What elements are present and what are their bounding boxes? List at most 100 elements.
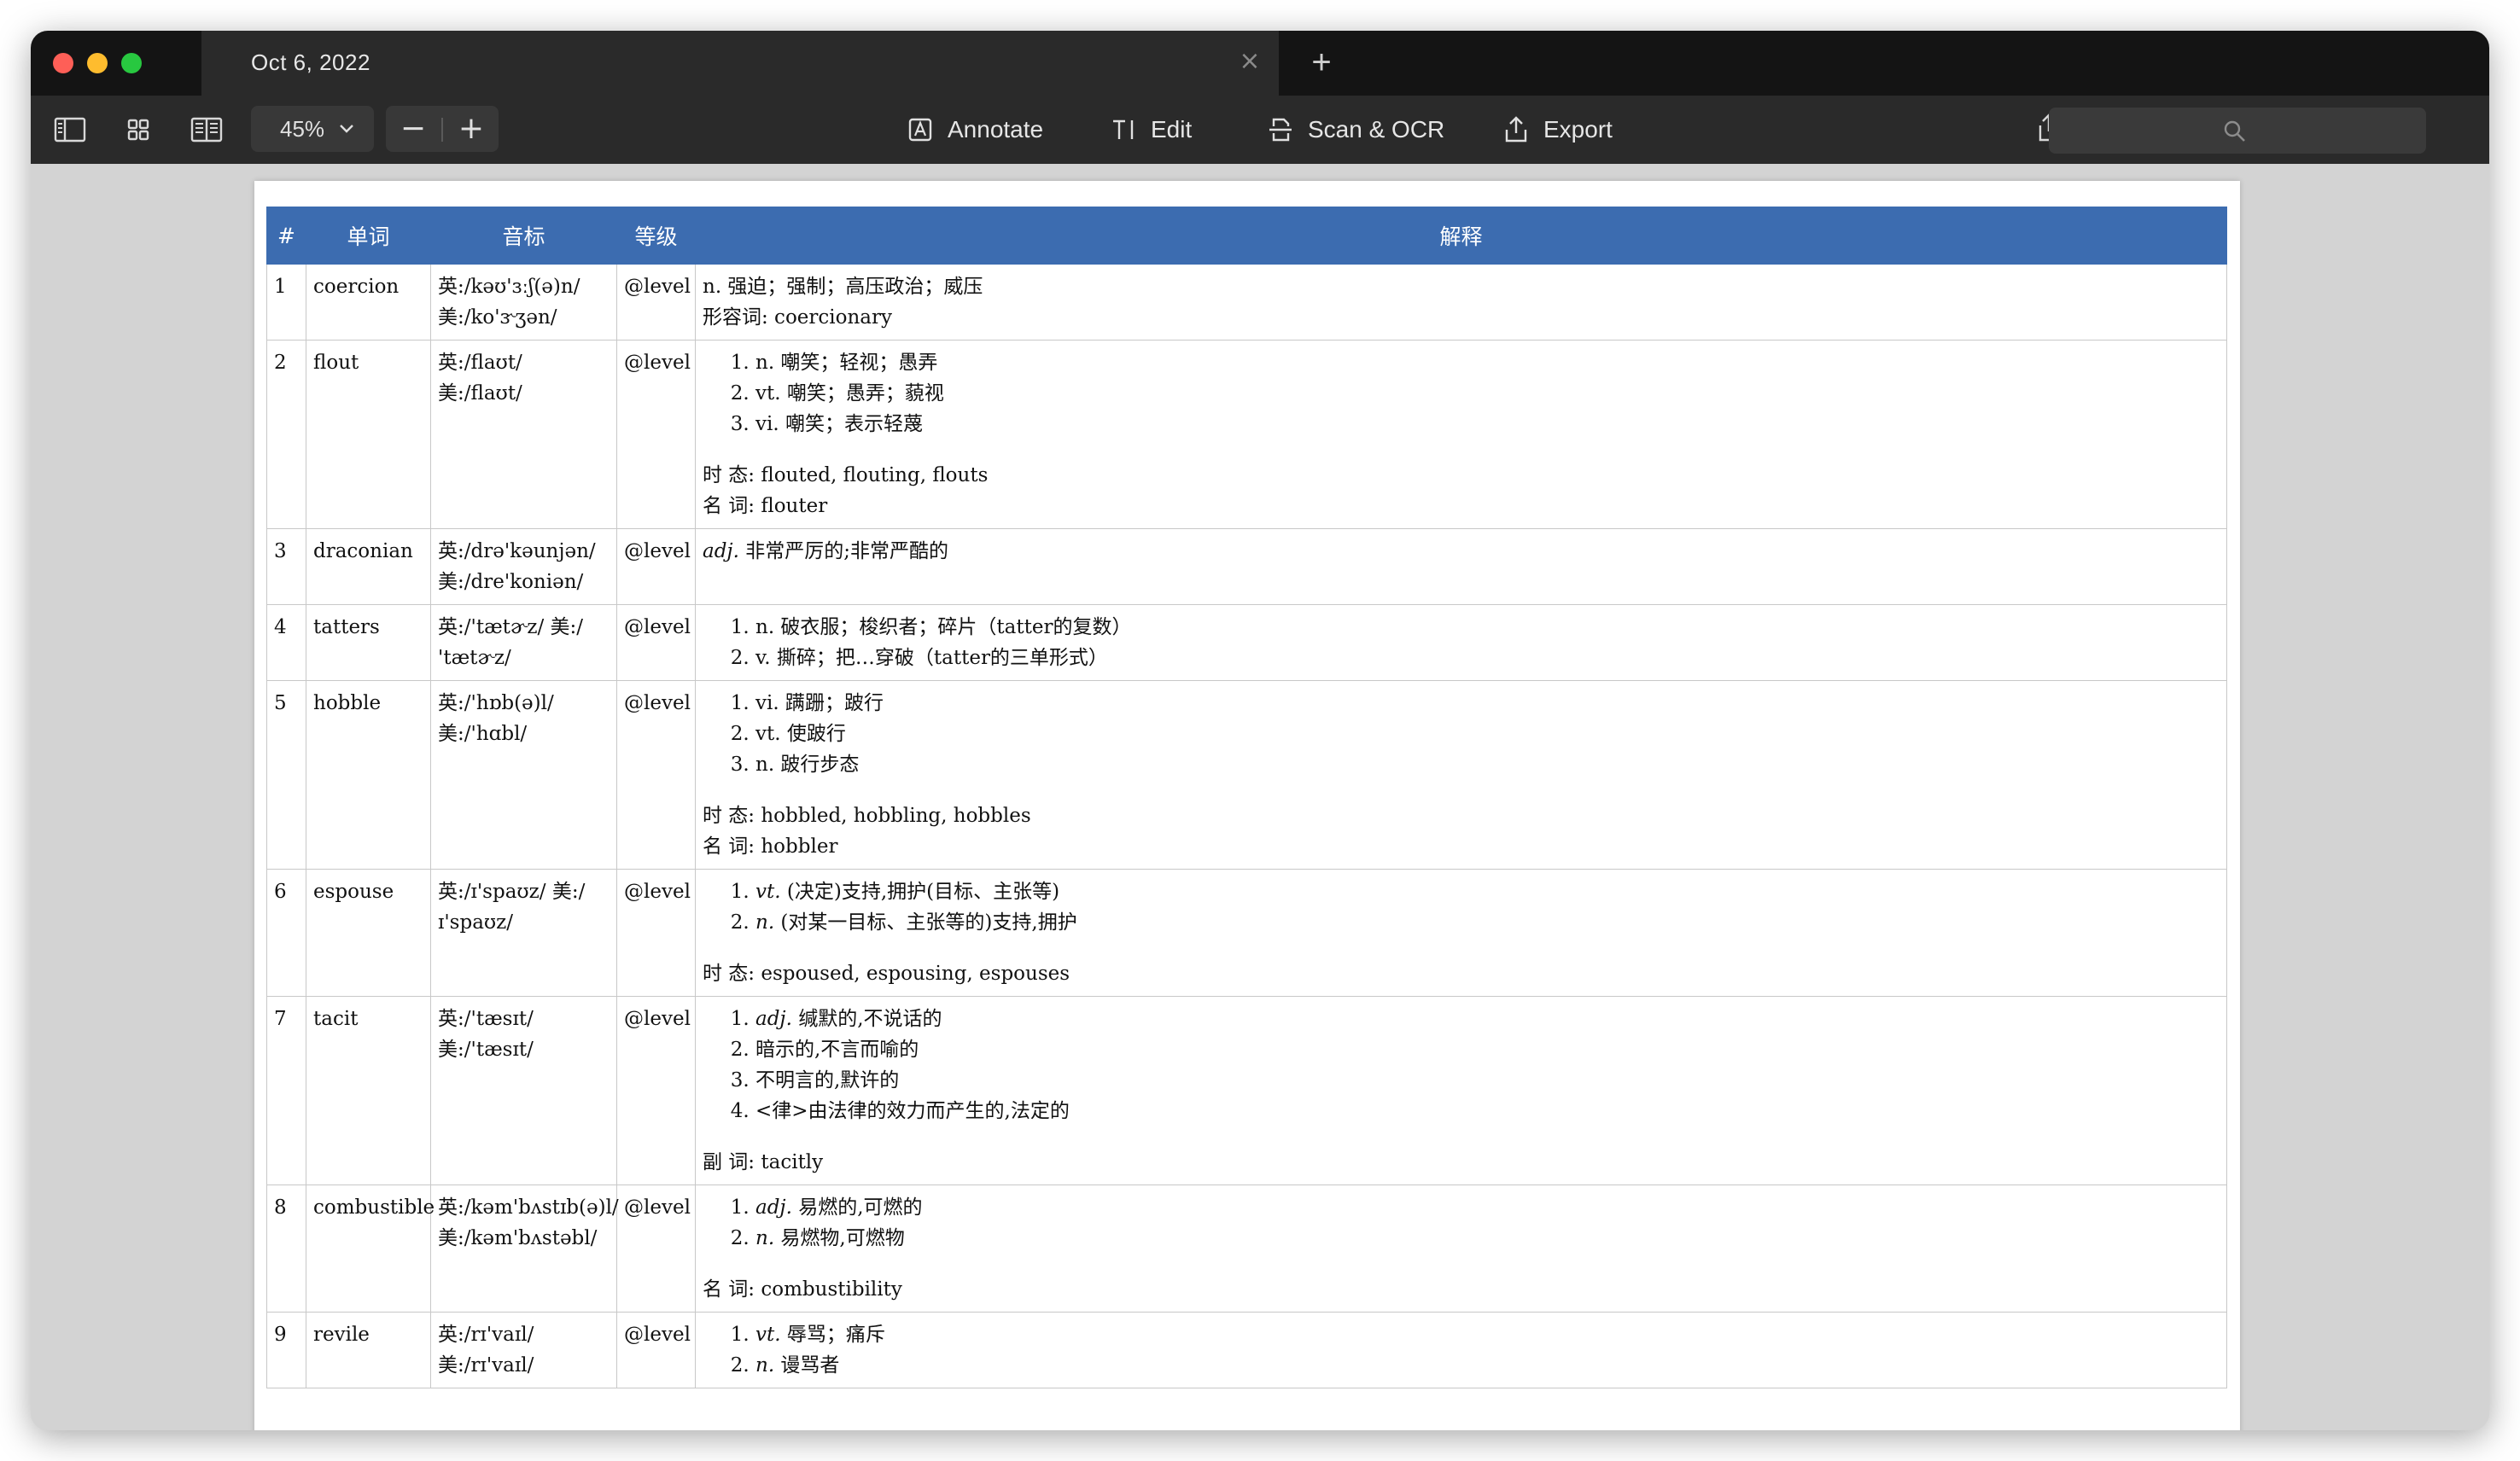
definition-extra-line: 时 态: flouted, flouting, flouts [703, 464, 989, 486]
phonetic-line: 英:/drə'kəunjən/ [438, 540, 596, 562]
chevron-down-icon [340, 125, 353, 133]
definition-item: vi. 嘲笑；表示轻蔑 [755, 409, 2221, 439]
definition-extra-line: 名 词: combustibility [703, 1278, 902, 1301]
two-page-view-icon[interactable] [190, 113, 224, 147]
part-of-speech: vt. [755, 1324, 781, 1346]
row-level: @level [616, 340, 696, 529]
zoom-out-button[interactable]: − [396, 113, 430, 147]
close-window-button[interactable] [53, 53, 73, 73]
row-number: 9 [266, 1312, 306, 1388]
header-word: 单词 [306, 207, 431, 265]
row-number: 4 [266, 604, 306, 681]
definition-list: vt. (决定)支持,拥护(目标、主张等)n. (对某一目标、主张等的)支持,拥… [703, 876, 2221, 938]
definition-item: adj. 缄默的,不说话的 [755, 1004, 2221, 1034]
definition-extra-line: 名 词: hobbler [703, 835, 838, 858]
row-word: hobble [306, 680, 431, 870]
definition-item: adj. 易燃的,可燃的 [755, 1192, 2221, 1223]
row-phonetic: 英:/flaʊt/美:/flaʊt/ [430, 340, 617, 529]
definition-extra: 副 词: tacitly [703, 1147, 2221, 1178]
table-row: 2flout英:/flaʊt/美:/flaʊt/@leveln. 嘲笑；轻视；愚… [266, 340, 2227, 529]
definition-list: adj. 易燃的,可燃的n. 易燃物,可燃物 [703, 1192, 2221, 1254]
row-word: coercion [306, 264, 431, 341]
minimize-window-button[interactable] [87, 53, 108, 73]
preview-window: Oct 6, 2022 × + 45% − + Annotate Edit Sc… [31, 31, 2489, 1430]
zoom-in-button[interactable]: + [454, 113, 488, 147]
grid-view-icon[interactable] [121, 113, 155, 147]
definition-list: adj. 缄默的,不说话的暗示的,不言而喻的不明言的,默许的<律>由法律的效力而… [703, 1004, 2221, 1126]
row-number: 5 [266, 680, 306, 870]
table-row: 5hobble英:/'hɒb(ə)l/美:/'hɑbl/@levelvi. 蹒跚… [266, 680, 2227, 870]
scan-ocr-label: Scan & OCR [1308, 116, 1445, 143]
definition-item: 暗示的,不言而喻的 [755, 1034, 2221, 1065]
definition-list: vi. 蹒跚；跛行vt. 使跛行n. 跛行步态 [703, 688, 2221, 780]
document-area[interactable]: # 单词 音标 等级 解释 1 coercion 英:/kəʊ'ɜːʃ(ə)n/美:… [31, 164, 2489, 1430]
tab-bar: Oct 6, 2022 × + [31, 31, 2489, 96]
tab-document[interactable]: Oct 6, 2022 × [201, 31, 1279, 96]
row-phonetic: 英:/'tætɚz/ 美:/ 'tætɚz/ [430, 604, 617, 681]
definition-extra: 时 态: flouted, flouting, flouts 名 词: flout… [703, 460, 2221, 521]
close-tab-icon[interactable]: × [1234, 46, 1265, 77]
definition-extra: 名 词: combustibility [703, 1274, 2221, 1305]
export-icon [1505, 116, 1527, 143]
part-of-speech: adj. [755, 1008, 792, 1030]
definition-list: n. 嘲笑；轻视；愚弄vt. 嘲笑；愚弄；藐视vi. 嘲笑；表示轻蔑 [703, 347, 2221, 439]
definition-extra: 时 态: hobbled, hobbling, hobbles 名 词: hobb… [703, 800, 2221, 862]
definition-item: v. 撕碎；把…穿破（tatter的三单形式） [755, 643, 2221, 673]
table-row: 9revile英:/rɪ'vaɪl/美:/rɪ'vaɪl/@levelvt. 辱… [266, 1312, 2227, 1388]
table-row: 1 coercion 英:/kəʊ'ɜːʃ(ə)n/美:/ko'ɝʒən/@leve… [266, 264, 2227, 341]
phonetic-line: 英:/kəʊ'ɜːʃ(ə)n/ [438, 276, 580, 298]
row-level: @level [616, 1185, 696, 1313]
part-of-speech: n. [755, 1227, 775, 1249]
phonetic-line: 美:/dre'koniən/ [438, 571, 584, 593]
header-number: # [266, 207, 306, 265]
sidebar-toggle-icon[interactable] [53, 113, 87, 147]
row-definition: vi. 蹒跚；跛行vt. 使跛行n. 跛行步态时 态: hobbled, hob… [695, 680, 2227, 870]
row-phonetic: 英:/'tæsɪt/美:/'tæsɪt/ [430, 996, 617, 1185]
table-row: 3 draconian 英:/drə'kəunjən/美:/dre'koniən/@… [266, 528, 2227, 605]
phonetic-line: 英:/'tætɚz/ 美:/ [438, 616, 583, 638]
phonetic-line: 英:/'tæsɪt/ [438, 1008, 534, 1030]
row-definition: vt. 辱骂；痛斥n. 谩骂者 [695, 1312, 2227, 1388]
tab-title: Oct 6, 2022 [251, 49, 370, 75]
definition-line: 形容词: coercionary [703, 306, 892, 329]
table-row: 8 combustible 英:/kəm'bʌstɪb(ə)l/美:/kəm'bʌs… [266, 1185, 2227, 1313]
phonetic-line: 美:/kəm'bʌstəbl/ [438, 1227, 598, 1249]
definition-item: n. 谩骂者 [755, 1350, 2221, 1381]
header-definition: 解释 [695, 207, 2227, 265]
table-header-row: # 单词 音标 等级 解释 [266, 207, 2227, 265]
header-phonetic: 音标 [430, 207, 617, 265]
row-level: @level [616, 996, 696, 1185]
row-phonetic: 英:/drə'kəunjən/美:/dre'koniən/ [430, 528, 617, 605]
row-level: @level [616, 1312, 696, 1388]
new-tab-icon[interactable]: + [1304, 45, 1339, 80]
zoom-divider [441, 118, 443, 142]
row-number: 8 [266, 1185, 306, 1313]
row-number: 2 [266, 340, 306, 529]
definition-item: n. (对某一目标、主张等的)支持,拥护 [755, 907, 2221, 938]
phonetic-line: 英:/flaʊt/ [438, 352, 522, 374]
search-input[interactable] [2049, 108, 2426, 154]
annotate-label: Annotate [948, 116, 1044, 143]
row-word: tatters [306, 604, 431, 681]
row-level: @level [616, 264, 696, 341]
table-row: 7tacit英:/'tæsɪt/美:/'tæsɪt/@leveladj. 缄默的… [266, 996, 2227, 1185]
row-word: tacit [306, 996, 431, 1185]
row-phonetic: 英:/kəm'bʌstɪb(ə)l/美:/kəm'bʌstəbl/ [430, 1185, 619, 1313]
definition-item: n. 跛行步态 [755, 749, 2221, 780]
row-number: 6 [266, 869, 306, 997]
zoom-stepper: − + [386, 106, 499, 152]
row-definition: adj. 易燃的,可燃的n. 易燃物,可燃物名 词: combustibilit… [695, 1185, 2227, 1313]
definition-extra-line: 时 态: espoused, espousing, espouses [703, 963, 1070, 985]
vocabulary-table: # 单词 音标 等级 解释 1 coercion 英:/kəʊ'ɜːʃ(ə)n/美:… [266, 207, 2227, 1388]
phonetic-line: 美:/'hɑbl/ [438, 723, 528, 745]
zoom-select[interactable]: 45% [251, 106, 374, 152]
row-definition: n. 强迫；强制；高压政治；威压 形容词: coercionary [695, 264, 2227, 341]
search-icon [2224, 120, 2245, 142]
definition-list: n. 破衣服；梭织者；碎片（tatter的复数）v. 撕碎；把…穿破（tatte… [703, 612, 2221, 673]
phonetic-line: 英:/'hɒb(ə)l/ [438, 692, 554, 714]
definition-item: vt. 辱骂；痛斥 [755, 1319, 2221, 1350]
definition-item: <律>由法律的效力而产生的,法定的 [755, 1096, 2221, 1126]
row-phonetic: 英:/ɪ'spaʊz/ 美:/ ɪ'spaʊz/ [430, 869, 617, 997]
maximize-window-button[interactable] [121, 53, 142, 73]
definition-item: vt. 嘲笑；愚弄；藐视 [755, 378, 2221, 409]
